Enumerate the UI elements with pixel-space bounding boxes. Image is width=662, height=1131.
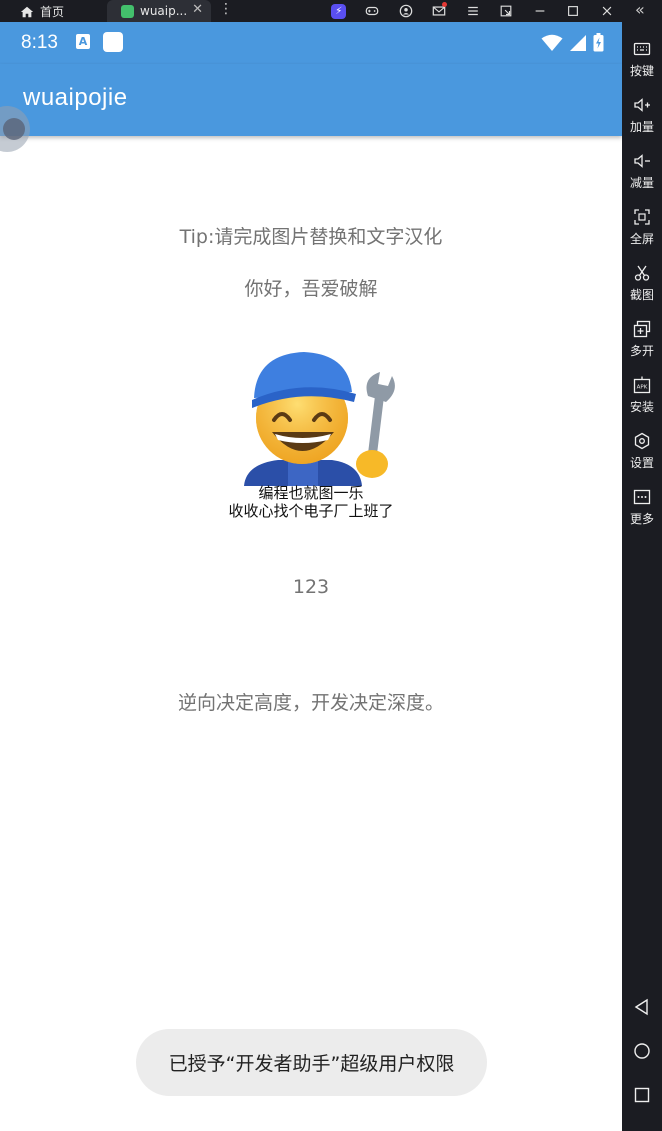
- settings-icon: [634, 432, 650, 450]
- home-icon: [20, 6, 34, 17]
- nav-recents-button[interactable]: [622, 1080, 662, 1110]
- close-tab-icon[interactable]: ✕: [192, 2, 203, 17]
- phone-screen: 8:13 A wuaipojie Tip:请完成图片替换和文字汉化 你好，吾爱破…: [0, 22, 622, 1131]
- app-tab-label: wuaip...: [140, 4, 188, 18]
- sidebar-item-multi-instance[interactable]: 多开: [622, 316, 662, 368]
- home-tab-label: 首页: [40, 5, 65, 19]
- signal-icon: [570, 34, 586, 51]
- window-mode-button[interactable]: [490, 1, 524, 21]
- status-time: 8:13: [21, 32, 58, 53]
- minimize-button[interactable]: [523, 1, 557, 21]
- keyboard-icon: [633, 42, 651, 56]
- sidebar-item-label: 更多: [629, 512, 654, 526]
- app-title: wuaipojie: [23, 84, 128, 111]
- emulator-top-bar: 首页 wuaip... ✕ ⋮ ⚡ «: [0, 0, 662, 22]
- sidebar-item-volume-up[interactable]: 加量: [622, 92, 662, 144]
- sidebar-item-label: 全屏: [629, 232, 654, 246]
- hamburger-icon: [467, 6, 478, 16]
- maximize-icon: [568, 6, 579, 16]
- menu-button[interactable]: [456, 1, 490, 21]
- sidebar-item-settings[interactable]: 设置: [622, 428, 662, 480]
- sidebar-item-fullscreen[interactable]: 全屏: [622, 204, 662, 256]
- notification-a-icon: A: [76, 34, 90, 49]
- tab-menu-icon[interactable]: ⋮: [219, 1, 233, 17]
- lightning-icon: ⚡: [331, 3, 347, 19]
- assistant-face-icon: [3, 118, 25, 140]
- mail-button[interactable]: [423, 1, 457, 21]
- notification-dot: [442, 2, 447, 7]
- more-icon: [633, 489, 651, 505]
- notification-square-icon: [103, 32, 123, 52]
- sidebar-item-volume-down[interactable]: 减量: [622, 148, 662, 200]
- sidebar-item-label: 安装: [629, 400, 654, 414]
- multi-instance-icon: [633, 320, 651, 338]
- sidebar-item-label: 加量: [629, 120, 654, 134]
- sidebar-item-label: 减量: [629, 176, 654, 190]
- number-text: 123: [292, 576, 330, 598]
- scissors-icon: [634, 265, 650, 281]
- account-button[interactable]: [389, 1, 423, 21]
- fullscreen-icon: [634, 209, 650, 225]
- gamepad-button[interactable]: [356, 1, 390, 21]
- app-bar: wuaipojie: [0, 64, 622, 136]
- battery-icon: [593, 33, 604, 52]
- emulator-sidebar: 按键 加量 减量 全屏 截图 多开 APK 安装 设置 更多: [622, 22, 662, 1131]
- booster-button[interactable]: ⚡: [322, 1, 356, 21]
- greeting-text: 你好，吾爱破解: [244, 278, 378, 300]
- close-window-button[interactable]: [590, 1, 624, 21]
- minimize-icon: [535, 10, 545, 12]
- maximize-button[interactable]: [557, 1, 591, 21]
- toolbar-icons: ⚡: [322, 1, 624, 21]
- status-bar: 8:13 A: [0, 22, 622, 64]
- sidebar-item-keys[interactable]: 按键: [622, 36, 662, 88]
- sidebar-item-label: 截图: [629, 288, 654, 302]
- meme-caption-line-2: 收收心找个电子厂上班了: [228, 502, 394, 520]
- toast-message: 已授予“开发者助手”超级用户权限: [136, 1029, 487, 1096]
- motto-text: 逆向决定高度，开发决定深度。: [177, 692, 444, 714]
- gamepad-icon: [365, 6, 379, 16]
- recents-square-icon: [634, 1087, 650, 1103]
- close-icon: [602, 6, 612, 16]
- sidebar-item-install-apk[interactable]: APK 安装: [622, 372, 662, 424]
- sidebar-item-label: 设置: [629, 456, 654, 470]
- sidebar-item-screenshot[interactable]: 截图: [622, 260, 662, 312]
- wifi-icon: [541, 34, 563, 51]
- tip-text: Tip:请完成图片替换和文字汉化: [179, 226, 443, 248]
- nav-back-button[interactable]: [622, 992, 662, 1022]
- home-tab[interactable]: 首页: [20, 3, 64, 20]
- app-tab[interactable]: wuaip... ✕: [107, 0, 211, 22]
- home-circle-icon: [634, 1043, 650, 1059]
- android-app-icon: [121, 4, 134, 18]
- svg-text:APK: APK: [637, 385, 648, 391]
- sidebar-item-label: 按键: [629, 64, 654, 78]
- external-window-icon: [500, 5, 512, 17]
- nav-home-button[interactable]: [622, 1036, 662, 1066]
- sidebar-item-more[interactable]: 更多: [622, 484, 662, 536]
- volume-down-icon: [634, 154, 650, 168]
- collapse-sidebar-icon[interactable]: «: [635, 0, 645, 19]
- apk-install-icon: APK: [633, 376, 651, 394]
- volume-up-icon: [634, 98, 650, 112]
- sidebar-item-label: 多开: [629, 344, 654, 358]
- status-icons: [541, 33, 604, 52]
- user-icon: [399, 4, 413, 18]
- back-triangle-icon: [634, 998, 648, 1016]
